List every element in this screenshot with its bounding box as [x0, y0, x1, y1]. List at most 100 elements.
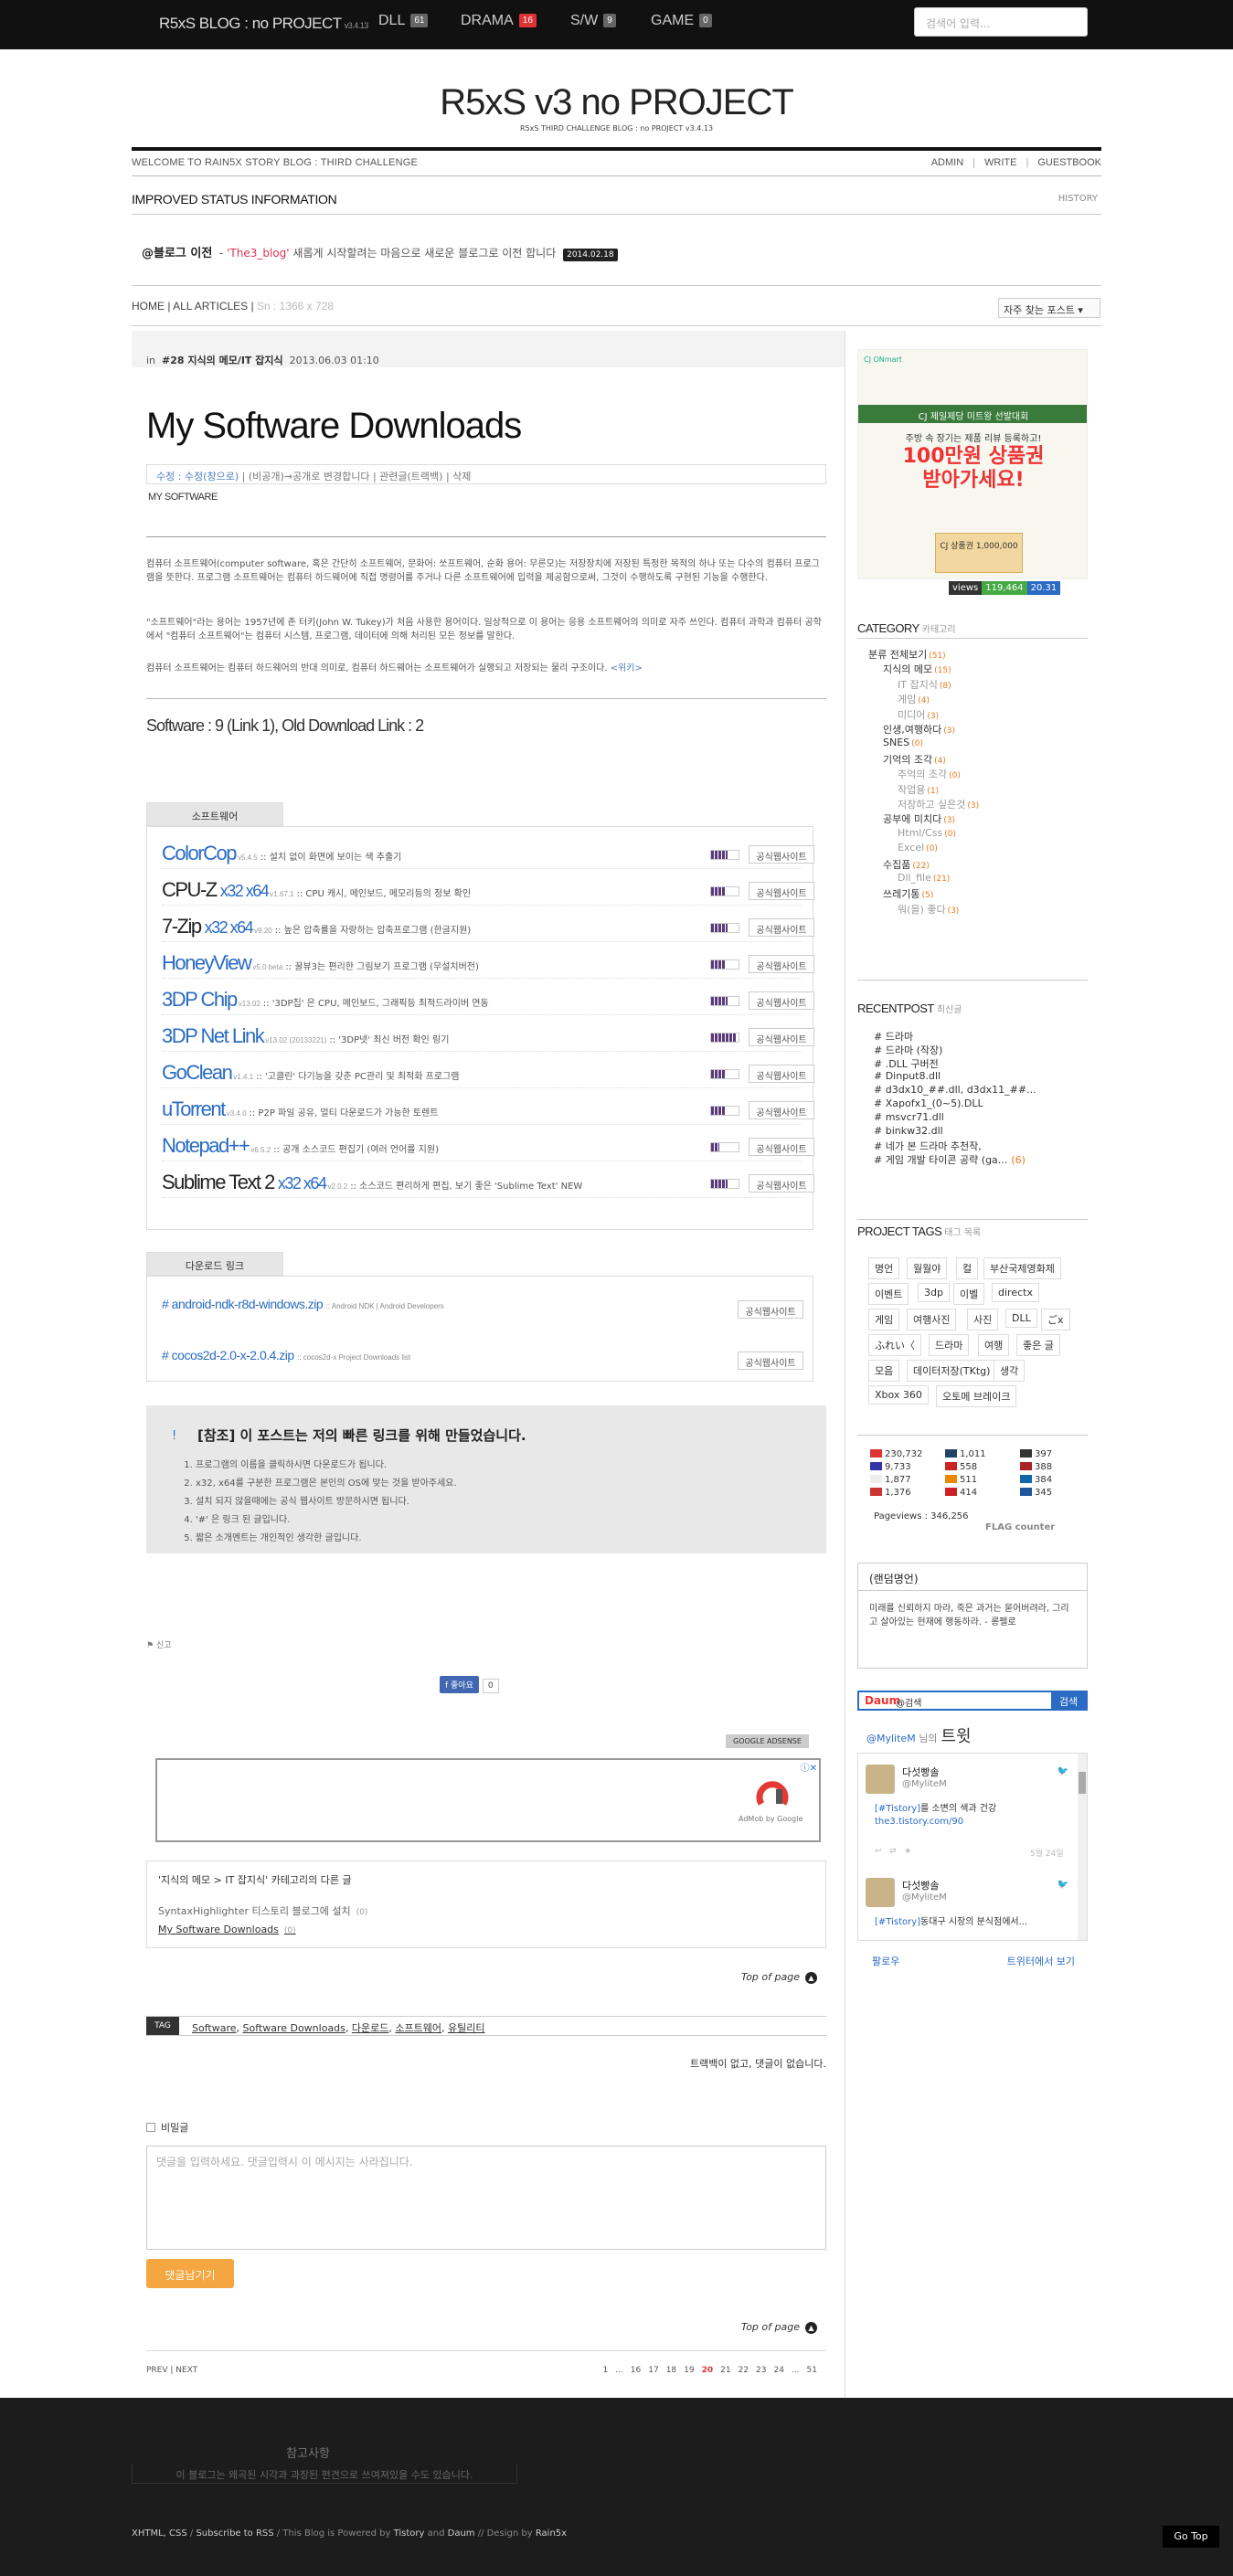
recent-post-item[interactable]: # 드라마	[874, 1029, 913, 1044]
xhtml-css-link[interactable]: XHTML, CSS	[132, 2528, 187, 2539]
comment-textarea[interactable]: 댓글을 입력하세요. 댓글입력시 이 메시지는 사라집니다.	[146, 2146, 826, 2250]
tistory-link[interactable]: Tistory	[394, 2528, 425, 2539]
official-site-button[interactable]: 공식웹사이트	[749, 882, 814, 900]
tag-item[interactable]: 데이터저장(TKtg)	[907, 1360, 997, 1382]
download-link[interactable]: # cocos2d-2.0-x-2.0.4.zip	[162, 1348, 294, 1362]
tab-software[interactable]: 소프트웨어	[146, 802, 283, 826]
tag-item[interactable]: ふれい〈	[868, 1334, 921, 1356]
like-button[interactable]: f 좋아요	[440, 1676, 479, 1693]
official-site-button[interactable]: 공식웹사이트	[749, 955, 814, 973]
admin-link[interactable]: ADMIN	[931, 157, 963, 168]
category-item[interactable]: 공부에 미치다 (3)	[883, 811, 955, 826]
tag-item[interactable]: 컬	[956, 1257, 979, 1279]
tag-item[interactable]: Xbox 360	[868, 1385, 929, 1405]
recent-post-item[interactable]: # d3dx10_##.dll, d3dx11_##...	[874, 1084, 1036, 1096]
ad-banner[interactable]: ⓘ✕ AdMob by Google	[155, 1758, 821, 1842]
top-of-page-link[interactable]: Top of page ▲	[741, 2321, 817, 2334]
category-item[interactable]: 쓰레기통 (5)	[883, 886, 933, 901]
all-articles-link[interactable]: ALL ARTICLES	[173, 300, 248, 313]
twitter-timeline[interactable]: 다섯빵솔 @MyliteM 🐦 [#Tistory]를 소변의 색과 건강 the…	[857, 1753, 1088, 1941]
search-input[interactable]: 검색어 입력...	[914, 7, 1088, 37]
tag-item[interactable]: DLL	[1005, 1309, 1037, 1328]
page-link[interactable]: 19	[684, 2366, 694, 2375]
tag-link[interactable]: Software Downloads	[243, 2022, 345, 2034]
software-download-link[interactable]: uTorrent v3.4.0:: P2P 파일 공유, 멀티 다운로드가 가능한…	[162, 1097, 439, 1121]
nav-sw[interactable]: S/W 9	[570, 13, 616, 29]
next-link[interactable]: NEXT	[175, 2366, 197, 2375]
ad-close-icon[interactable]: ⓘ✕	[801, 1760, 817, 1774]
often-posts-select[interactable]: 자주 찾는 포스트 ▾	[998, 298, 1100, 318]
official-site-button[interactable]: 공식웹사이트	[749, 918, 814, 937]
recent-post-item[interactable]: # binkw32.dll	[874, 1125, 943, 1137]
category-item[interactable]: 지식의 메모 (15)	[883, 662, 951, 676]
post-category-link[interactable]: #28 지식의 메모/IT 잡지식	[162, 355, 283, 366]
rss-link[interactable]: Subscribe to RSS	[196, 2528, 273, 2539]
tag-item[interactable]: 사진	[967, 1309, 999, 1330]
site-title[interactable]: R5xS v3 no PROJECT	[0, 82, 1233, 123]
nav-drama[interactable]: DRAMA 16	[461, 13, 537, 29]
official-site-button[interactable]: 공식웹사이트	[749, 1138, 814, 1156]
category-item[interactable]: 미디어 (3)	[898, 707, 939, 722]
official-site-button[interactable]: 공식웹사이트	[749, 1174, 814, 1193]
follow-link[interactable]: 팔로우	[872, 1956, 899, 1967]
tag-link[interactable]: 소프트웨어	[395, 2022, 441, 2034]
daum-search-button[interactable]: 검색	[1051, 1692, 1086, 1709]
official-site-button[interactable]: 공식웹사이트	[738, 1352, 803, 1370]
notice-link[interactable]: 'The3_blog'	[227, 247, 289, 260]
page-link[interactable]: 1	[602, 2366, 608, 2375]
page-link[interactable]: 18	[666, 2366, 676, 2375]
twitter-handle-link[interactable]: @MyliteM	[866, 1733, 916, 1744]
report-link[interactable]: ⚑ 신고	[146, 1638, 172, 1650]
software-download-link[interactable]: 3DP Net Link v13.02 (20133221):: '3DP넷' 최…	[162, 1024, 449, 1048]
category-item[interactable]: 게임 (4)	[898, 692, 930, 706]
category-item[interactable]: 기억의 조각 (4)	[883, 752, 946, 767]
secret-checkbox[interactable]: 비밀글	[146, 2120, 188, 2135]
trackback-status[interactable]: 트랙백이 없고, 댓글이 없습니다.	[690, 2056, 826, 2071]
download-link[interactable]: # android-ndk-r8d-windows.zip	[162, 1297, 324, 1311]
brand-logo[interactable]: R5xS BLOG : no PROJECT v3.4.13	[159, 15, 368, 33]
software-download-link[interactable]: 3DP Chip v13.02:: '3DP칩' 은 CPU, 메인보드, 그래픽…	[162, 988, 489, 1012]
related-item[interactable]: SyntaxHighlighter 티스토리 블로그에 설치 (0)	[158, 1903, 367, 1918]
page-link[interactable]: 20	[702, 2366, 714, 2375]
tag-item[interactable]: 오토메 브레이크	[936, 1385, 1017, 1407]
tag-item[interactable]: directx	[992, 1283, 1039, 1302]
official-site-button[interactable]: 공식웹사이트	[749, 991, 814, 1010]
recent-post-item[interactable]: # .DLL 구버전	[874, 1056, 939, 1071]
wiki-link[interactable]: <위키>	[611, 663, 643, 673]
software-download-link[interactable]: CPU-Z x32 x64 v1.67.1:: CPU 캐시, 메인보드, 메모리등…	[162, 878, 471, 902]
guestbook-link[interactable]: GUESTBOOK	[1037, 157, 1101, 168]
go-top-button[interactable]: Go Top	[1163, 2526, 1219, 2548]
designer-link[interactable]: Rain5x	[536, 2528, 567, 2539]
tag-item[interactable]: 월월야	[907, 1257, 948, 1279]
software-download-link[interactable]: 7-Zip x32 x64 v9.20:: 높은 압축률을 자랑하는 압축프로그램 …	[162, 915, 471, 938]
official-site-button[interactable]: 공식웹사이트	[749, 1028, 814, 1046]
tag-item[interactable]: 게임	[868, 1309, 900, 1330]
category-item[interactable]: SNES (0)	[883, 737, 923, 748]
tag-item[interactable]: 여행	[978, 1334, 1010, 1356]
recent-post-item[interactable]: # Dinput8.dll	[874, 1070, 941, 1082]
prev-link[interactable]: PREV	[146, 2366, 168, 2375]
view-on-twitter-link[interactable]: 트위터에서 보기	[1007, 1954, 1075, 1968]
category-item[interactable]: 저장하고 싶은것 (3)	[898, 797, 979, 811]
software-download-link[interactable]: HoneyView v5.0 beta:: 꿀뷰3는 편리한 그림보기 프로그램 …	[162, 951, 479, 975]
tag-link[interactable]: 유틸리티	[448, 2022, 484, 2034]
tag-item[interactable]: 생각	[994, 1360, 1026, 1382]
software-download-link[interactable]: Notepad++ v6.5.2:: 공개 소스코드 편집기 (여러 언어를 지원…	[162, 1134, 439, 1158]
home-link[interactable]: HOME	[132, 300, 165, 313]
category-item[interactable]: Excel (0)	[898, 842, 938, 853]
recent-post-item[interactable]: # 네가 본 드라마 추천작,	[874, 1139, 982, 1153]
page-link[interactable]: 23	[756, 2366, 766, 2375]
category-item[interactable]: 뭐(을) 좋다 (3)	[898, 902, 959, 917]
category-item[interactable]: 추억의 조각 (0)	[898, 767, 961, 781]
tag-item[interactable]: 명언	[868, 1257, 900, 1279]
category-item[interactable]: 작업용 (1)	[898, 782, 939, 797]
recent-post-item[interactable]: # msvcr71.dll	[874, 1111, 944, 1123]
tab-download[interactable]: 다운로드 링크	[146, 1252, 283, 1276]
tag-item[interactable]: 여행사진	[907, 1309, 957, 1330]
submit-comment-button[interactable]: 댓글남기기	[146, 2259, 234, 2288]
tag-item[interactable]: ごx	[1041, 1309, 1070, 1330]
official-site-button[interactable]: 공식웹사이트	[738, 1300, 803, 1319]
software-download-link[interactable]: Sublime Text 2 x32 x64 v2.0.2:: 소스코드 편리하게 …	[162, 1171, 582, 1194]
page-link[interactable]: 17	[648, 2366, 658, 2375]
official-site-button[interactable]: 공식웹사이트	[749, 1101, 814, 1119]
